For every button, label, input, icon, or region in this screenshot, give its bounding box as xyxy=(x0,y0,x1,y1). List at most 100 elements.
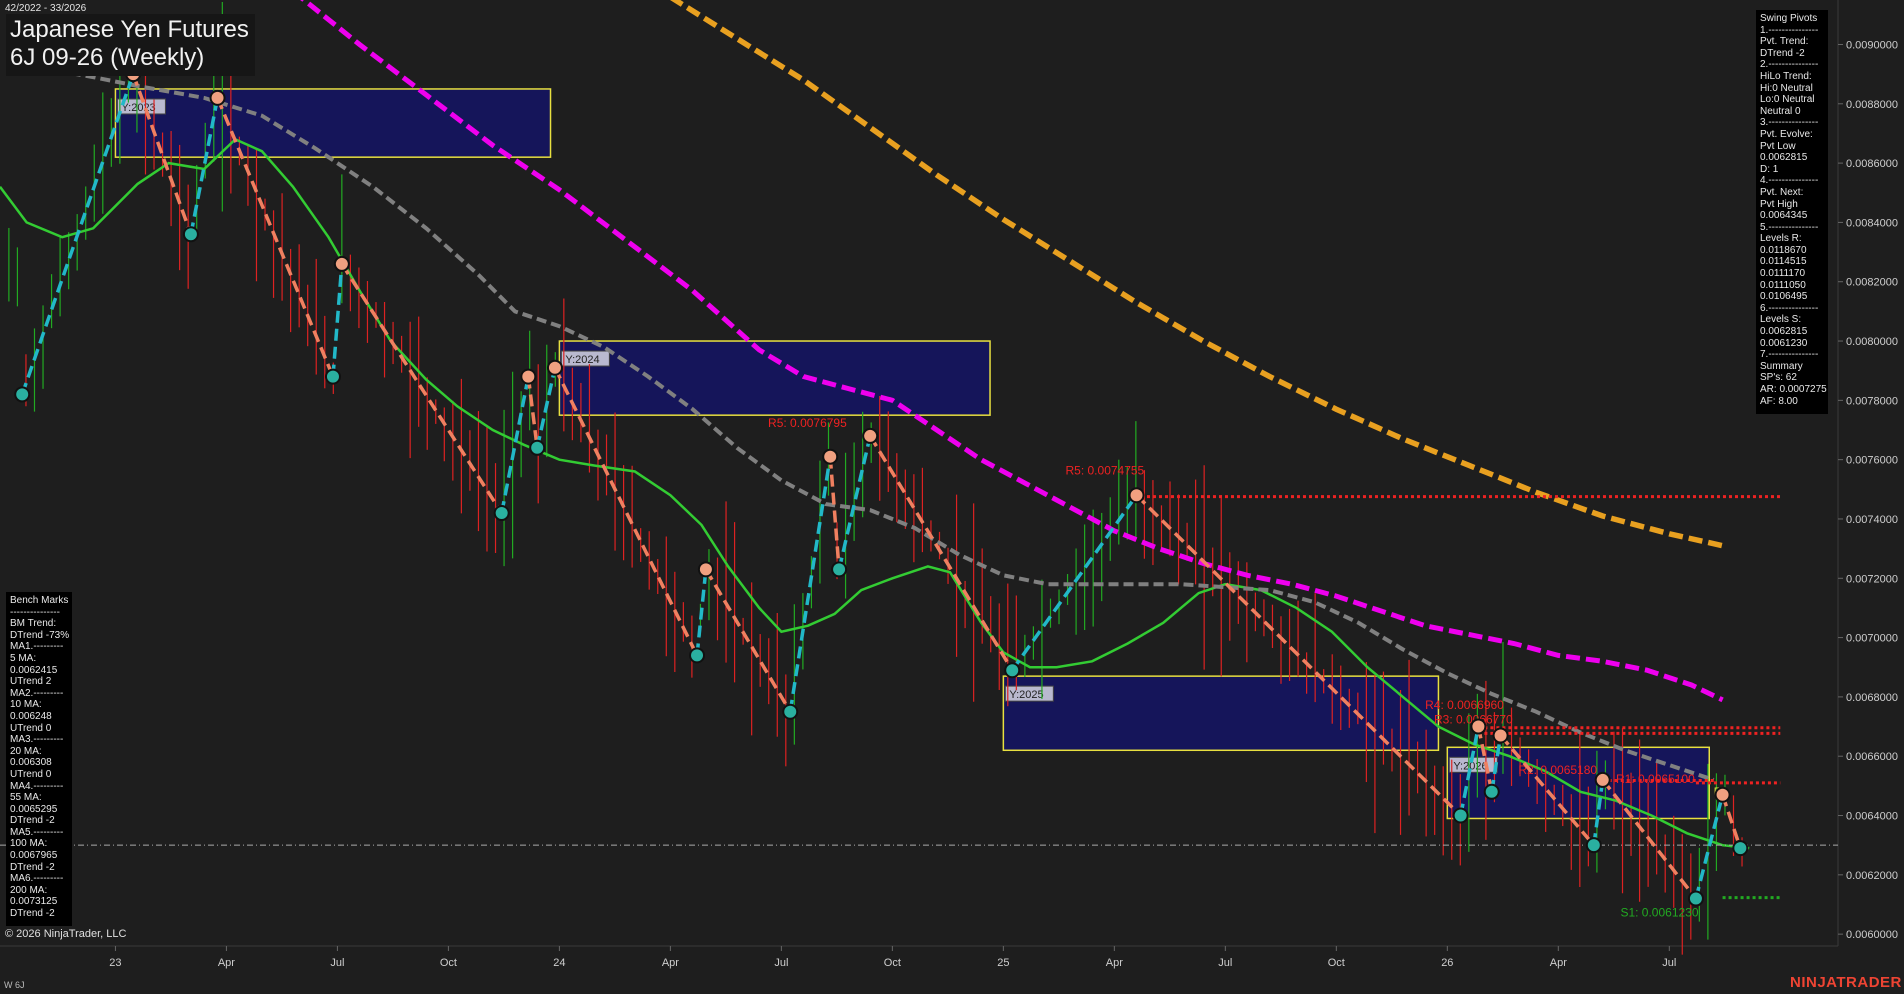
swing-high-marker[interactable] xyxy=(1492,727,1509,744)
panel-line: Pvt Low xyxy=(1760,140,1796,152)
swing-low-marker[interactable] xyxy=(1687,890,1704,907)
swing-low-marker[interactable] xyxy=(782,703,799,720)
x-tick-label: Jul xyxy=(1218,957,1232,969)
price-chart[interactable]: Y:2023Y:2024Y:2025Y:2026 R5: 0.0074755R5… xyxy=(0,0,1904,994)
panel-line: 7.--------------- xyxy=(1760,349,1819,361)
panel-line: 0.0073125 xyxy=(10,896,58,908)
panel-line: Pvt. Trend: xyxy=(1760,36,1809,48)
swing-low-marker[interactable] xyxy=(1483,783,1500,800)
swing-high-marker[interactable] xyxy=(1714,786,1731,803)
year-range-box xyxy=(1002,675,1440,752)
swing-low-marker[interactable] xyxy=(1585,837,1602,854)
bench-marks-panel: Bench Marks --------------- BM Trend: DTren… xyxy=(6,592,72,926)
panel-line: DTrend -2 xyxy=(10,861,55,873)
swing-high-marker[interactable] xyxy=(1594,771,1611,788)
swing-low-marker[interactable] xyxy=(1004,662,1021,679)
panel-line: Pvt. Next: xyxy=(1760,186,1804,198)
swing-low-marker[interactable] xyxy=(493,505,510,522)
panel-line: 0.006308 xyxy=(10,757,52,769)
swing-low-marker[interactable] xyxy=(529,439,546,456)
swing-low-marker[interactable] xyxy=(831,561,848,578)
y-tick-label: 0.0086000 xyxy=(1846,158,1898,170)
panel-line: 2.--------------- xyxy=(1760,59,1819,71)
swing-pivots-panel: Swing Pivots 1.--------------- Pvt. Trend:… xyxy=(1756,10,1828,414)
x-tick-label: Oct xyxy=(1328,957,1345,969)
panel-line: 100 MA: xyxy=(10,838,48,850)
year-range-box xyxy=(114,88,552,158)
panel-line: 0.0067965 xyxy=(10,850,58,862)
panel-line: 6.--------------- xyxy=(1760,302,1819,314)
x-tick-label: Apr xyxy=(662,957,679,969)
year-box-label: Y:2023 xyxy=(121,102,155,114)
contract-timeframe: 6J 09-26 (Weekly) xyxy=(10,44,205,71)
chart-title: Japanese Yen Futures 6J 09-26 (Weekly) xyxy=(6,14,255,76)
panel-line: HiLo Trend: xyxy=(1760,70,1812,82)
panel-line: Levels S: xyxy=(1760,314,1802,326)
panel-line: DTrend -73% xyxy=(10,629,70,641)
x-tick-label: Jul xyxy=(330,957,344,969)
resistance-level-label: R5: 0.0076795 xyxy=(768,416,847,430)
year-range-box xyxy=(558,340,991,416)
swing-low-marker[interactable] xyxy=(14,386,31,403)
swing-high-marker[interactable] xyxy=(546,359,563,376)
panel-line: Neutral 0 xyxy=(1760,105,1801,117)
panel-line: 0.0064345 xyxy=(1760,210,1808,222)
swing-low-marker[interactable] xyxy=(324,368,341,385)
year-box-label: Y:2024 xyxy=(565,354,599,366)
y-tick-label: 0.0082000 xyxy=(1846,277,1898,289)
y-tick-label: 0.0088000 xyxy=(1846,99,1898,111)
panel-line: 200 MA: xyxy=(10,884,48,896)
panel-line: Summary xyxy=(1760,360,1803,372)
panel-line: Hi:0 Neutral xyxy=(1760,82,1813,94)
y-tick-label: 0.0060000 xyxy=(1846,929,1898,941)
x-tick-label: 24 xyxy=(553,957,565,969)
panel-line: MA5.--------- xyxy=(10,826,64,838)
panel-line: 1.--------------- xyxy=(1760,24,1819,36)
panel-line: 20 MA: xyxy=(10,745,42,757)
panel-line: DTrend -2 xyxy=(1760,47,1805,59)
y-tick-label: 0.0076000 xyxy=(1846,455,1898,467)
swing-high-marker[interactable] xyxy=(822,448,839,465)
panel-line: UTrend 0 xyxy=(10,722,52,734)
swing-high-marker[interactable] xyxy=(1128,487,1145,504)
x-tick-label: Jul xyxy=(1662,957,1676,969)
panel-line: 0.0118670 xyxy=(1760,244,1807,256)
panel-line: 5 MA: xyxy=(10,652,37,664)
panel-line: Pvt. Evolve: xyxy=(1760,128,1813,140)
resistance-level-label: R5: 0.0074755 xyxy=(1066,463,1145,477)
panel-line: SP's: 62 xyxy=(1760,372,1797,384)
swing-high-marker[interactable] xyxy=(333,255,350,272)
x-tick-label: Apr xyxy=(218,957,235,969)
year-box-label: Y:2025 xyxy=(1009,689,1043,701)
swing-high-marker[interactable] xyxy=(862,427,879,444)
swing-low-marker[interactable] xyxy=(689,647,706,664)
y-tick-label: 0.0070000 xyxy=(1846,633,1898,645)
panel-line: 0.0106495 xyxy=(1760,291,1808,303)
panel-line: 0.0114515 xyxy=(1760,256,1807,268)
panel-line: 0.0061230 xyxy=(1760,337,1808,349)
panel-line: 0.0111170 xyxy=(1760,268,1806,280)
date-range: 42/2022 - 33/2026 xyxy=(5,3,87,14)
instrument-tab-label: W 6J xyxy=(4,980,25,990)
panel-line: AR: 0.0007275 xyxy=(1760,384,1827,395)
y-tick-label: 0.0090000 xyxy=(1846,39,1898,51)
resistance-level-label: R4: 0.0066960 xyxy=(1425,698,1504,712)
swing-high-marker[interactable] xyxy=(209,89,226,106)
x-tick-label: 23 xyxy=(109,957,121,969)
panel-line: --------------- xyxy=(10,606,60,618)
panel-line: MA3.--------- xyxy=(10,734,64,746)
panel-line: DTrend -2 xyxy=(10,815,55,827)
swing-low-marker[interactable] xyxy=(1452,807,1469,824)
swing-high-marker[interactable] xyxy=(520,368,537,385)
panel-line: MA2.--------- xyxy=(10,687,64,699)
swing-low-marker[interactable] xyxy=(182,226,199,243)
swing-low-marker[interactable] xyxy=(1732,840,1749,857)
swing-high-marker[interactable] xyxy=(697,561,714,578)
panel-line: 0.0062815 xyxy=(1760,326,1808,338)
y-tick-label: 0.0064000 xyxy=(1846,811,1898,823)
swing-high-marker[interactable] xyxy=(1470,718,1487,735)
resistance-level-label: R1: 0.0065100 xyxy=(1616,772,1695,786)
panel-line: 0.0062815 xyxy=(1760,152,1808,164)
panel-line: MA6.--------- xyxy=(10,873,64,885)
panel-line: 5.--------------- xyxy=(1760,221,1819,233)
